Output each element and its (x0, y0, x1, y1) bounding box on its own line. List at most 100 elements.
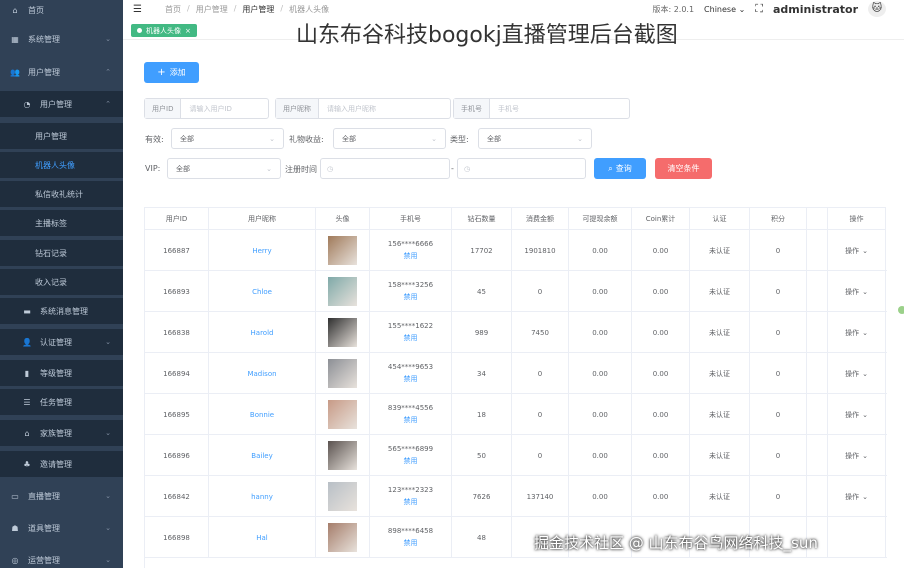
add-button[interactable]: + 添加 (144, 62, 199, 83)
sidebar-item[interactable]: ◔ 用户管理 ⌃ (0, 91, 123, 117)
sidebar-item[interactable]: 钻石记录 (0, 240, 123, 266)
sidebar-item[interactable]: 👥 用户管理 ⌃ (0, 59, 123, 85)
avatar[interactable]: 🐱 (868, 1, 886, 17)
cell-nickname[interactable]: Hal (209, 517, 316, 558)
operation-dropdown[interactable]: 操作 ⌄ (828, 476, 886, 517)
nickname-field[interactable]: 用户昵称 请输入用户昵称 (275, 98, 451, 119)
cell-auth: 未认证 (690, 435, 750, 476)
sidebar-item-label: 直播管理 (28, 491, 60, 501)
type-select[interactable]: 全部 ⌄ (478, 128, 592, 149)
sidebar-item[interactable]: ▮ 等级管理 (0, 360, 123, 386)
cell-id: 166887 (145, 230, 209, 271)
chevron-icon: ⌄ (105, 429, 111, 437)
cell-phone: 565****6899 禁用 (370, 435, 452, 476)
start-date-picker[interactable]: ◷ (320, 158, 450, 179)
plus-icon: + (157, 67, 166, 78)
sidebar-item[interactable]: 用户管理 (0, 123, 123, 149)
operation-dropdown[interactable]: 操作 ⌄ (828, 271, 886, 312)
fullscreen-icon[interactable]: ⛶ (755, 2, 763, 16)
operation-dropdown[interactable]: 操作 ⌄ (828, 312, 886, 353)
avatar-image[interactable] (328, 236, 357, 265)
valid-select[interactable]: 全部 ⌄ (171, 128, 284, 149)
cell-coin: 0.00 (632, 312, 690, 353)
sidebar-item[interactable]: ☗ 道具管理 ⌄ (0, 515, 123, 541)
cell-nickname[interactable]: Madison (209, 353, 316, 394)
clear-filters-button[interactable]: 清空条件 (655, 158, 712, 179)
sidebar-item[interactable]: ♣ 邀请管理 (0, 451, 123, 477)
operation-dropdown[interactable]: 操作 ⌄ (828, 394, 886, 435)
operation-label: 操作 (845, 451, 860, 460)
username[interactable]: administrator (773, 3, 858, 16)
family-icon: ⌂ (24, 428, 30, 438)
cell-spend: 0 (512, 394, 569, 435)
sidebar-item[interactable]: ▭ 直播管理 ⌄ (0, 483, 123, 509)
avatar-image[interactable] (328, 400, 357, 429)
cell-nickname[interactable]: Bailey (209, 435, 316, 476)
operation-dropdown[interactable]: 操作 ⌄ (828, 353, 886, 394)
sidebar-item[interactable]: 机器人头像 (0, 152, 123, 178)
ban-link[interactable]: 禁用 (404, 251, 418, 261)
ban-link[interactable]: 禁用 (404, 415, 418, 425)
operation-label: 操作 (845, 246, 860, 255)
sidebar-item[interactable]: 私信收礼统计 (0, 181, 123, 207)
live-icon: ▭ (11, 491, 19, 501)
phone-text: 839****4556 (387, 404, 434, 412)
cell-points: 0 (750, 230, 807, 271)
search-icon: ⌕ (608, 163, 613, 173)
sidebar-item[interactable]: ◎ 运营管理 ⌄ (0, 547, 123, 568)
cell-points: 0 (750, 271, 807, 312)
close-icon[interactable]: × (185, 27, 191, 35)
sidebar-item[interactable]: 主播标签 (0, 210, 123, 236)
end-date-picker[interactable]: ◷ (457, 158, 586, 179)
gift-select[interactable]: 全部 ⌄ (333, 128, 446, 149)
cell-diamond: 17702 (452, 230, 512, 271)
breadcrumb-item[interactable]: 用户管理 (242, 4, 274, 15)
vip-select[interactable]: 全部 ⌄ (167, 158, 281, 179)
cell-id: 166895 (145, 394, 209, 435)
sidebar-item[interactable]: ☰ 任务管理 (0, 389, 123, 415)
user-id-field[interactable]: 用户ID 请输入用户ID (144, 98, 269, 119)
sidebar-item[interactable]: 收入记录 (0, 269, 123, 295)
ban-link[interactable]: 禁用 (404, 497, 418, 507)
cell-phone: 898****6458 禁用 (370, 517, 452, 558)
sidebar-item[interactable]: 👤 认证管理 ⌄ (0, 329, 123, 355)
ban-link[interactable]: 禁用 (404, 292, 418, 302)
avatar-image[interactable] (328, 318, 357, 347)
cell-auth: 未认证 (690, 312, 750, 353)
operation-dropdown[interactable]: 操作 ⌄ (828, 435, 886, 476)
search-button[interactable]: ⌕ 查询 (594, 158, 646, 179)
sidebar-item-label: 认证管理 (40, 337, 72, 347)
cell-nickname[interactable]: hanny (209, 476, 316, 517)
phone-field[interactable]: 手机号 手机号 (453, 98, 630, 119)
breadcrumb-item[interactable]: 用户管理 (196, 4, 228, 15)
operation-dropdown[interactable]: 操作 ⌄ (828, 230, 886, 271)
sidebar-item[interactable]: ▬ 系统消息管理 (0, 298, 123, 324)
ban-link[interactable]: 禁用 (404, 333, 418, 343)
tab-robot-avatar[interactable]: 机器人头像 × (131, 24, 197, 37)
operation-label: 操作 (845, 369, 860, 378)
avatar-image[interactable] (328, 277, 357, 306)
language-select[interactable]: Chinese ⌄ (704, 5, 745, 14)
sidebar-item[interactable]: ⌂ 首页 (0, 0, 123, 23)
sidebar-item[interactable]: ▦ 系统管理 ⌄ (0, 26, 123, 52)
menu-toggle-icon[interactable]: ☰ (133, 4, 145, 15)
avatar-image[interactable] (328, 441, 357, 470)
ops-icon: ◎ (11, 555, 19, 565)
props-icon: ☗ (11, 523, 19, 533)
cell-nickname[interactable]: Herry (209, 230, 316, 271)
cell-balance: 0.00 (569, 230, 632, 271)
cell-auth: 未认证 (690, 353, 750, 394)
sidebar-item[interactable]: ⌂ 家族管理 ⌄ (0, 420, 123, 446)
cell-nickname[interactable]: Chloe (209, 271, 316, 312)
ban-link[interactable]: 禁用 (404, 538, 418, 548)
breadcrumb-item[interactable]: 首页 (165, 4, 181, 15)
avatar-image[interactable] (328, 482, 357, 511)
cell-nickname[interactable]: Bonnie (209, 394, 316, 435)
ban-link[interactable]: 禁用 (404, 456, 418, 466)
avatar-image[interactable] (328, 523, 357, 552)
cell-nickname[interactable]: Harold (209, 312, 316, 353)
ban-link[interactable]: 禁用 (404, 374, 418, 384)
avatar-image[interactable] (328, 359, 357, 388)
grid-icon: ▦ (11, 34, 19, 44)
cell-points: 0 (750, 394, 807, 435)
